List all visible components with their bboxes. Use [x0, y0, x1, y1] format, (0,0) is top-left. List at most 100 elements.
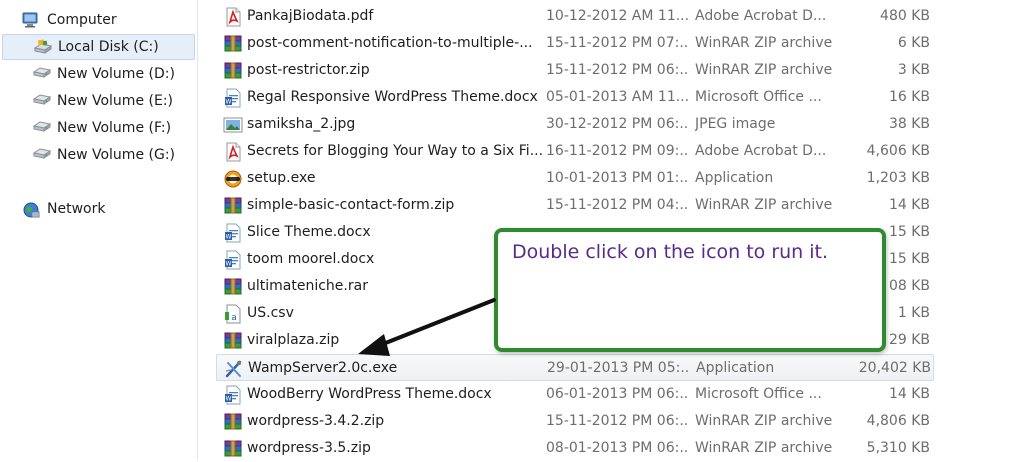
file-row[interactable]: setup.exe 10-01-2013 PM 01:... Application… — [216, 165, 934, 192]
file-row[interactable]: post-comment-notification-to-multiple-..… — [216, 30, 934, 57]
file-type: Microsoft Office ... — [695, 386, 822, 402]
winrar-icon[interactable] — [222, 327, 244, 354]
nav-item-new-volume-f[interactable]: New Volume (F:) — [32, 115, 192, 141]
file-name: post-restrictor.zip — [247, 62, 370, 78]
file-size: 3 KB — [897, 62, 930, 78]
jpg-icon[interactable] — [222, 111, 244, 138]
file-name: Regal Responsive WordPress Theme.docx — [247, 89, 538, 105]
winrar-icon[interactable] — [222, 192, 244, 219]
file-date-modified: 06-01-2013 PM 06:... — [546, 386, 688, 402]
docx-icon[interactable]: W — [222, 219, 244, 246]
file-row[interactable]: Secrets for Blogging Your Way to a Six F… — [216, 138, 934, 165]
drive-icon — [32, 93, 52, 109]
file-size: 480 KB — [880, 8, 930, 24]
file-row[interactable]: wordpress-3.4.2.zip 15-11-2012 PM 06:... W… — [216, 408, 934, 435]
svg-text:W: W — [226, 98, 232, 105]
file-size: 5,310 KB — [866, 440, 930, 456]
nav-item-label: New Volume (G:) — [57, 147, 175, 163]
file-name: post-comment-notification-to-multiple-..… — [247, 35, 533, 51]
drive-icon — [32, 120, 52, 136]
nav-item-label: New Volume (E:) — [57, 93, 173, 109]
nav-item-new-volume-d[interactable]: New Volume (D:) — [32, 61, 192, 87]
file-name: Secrets for Blogging Your Way to a Six F… — [247, 143, 543, 159]
file-type: WinRAR ZIP archive — [695, 413, 833, 429]
file-row[interactable]: post-restrictor.zip 15-11-2012 PM 06:... W… — [216, 57, 934, 84]
file-size: 20,402 KB — [858, 360, 931, 376]
file-date-modified: 15-11-2012 PM 06:... — [546, 413, 688, 429]
file-size: 6 KB — [897, 35, 930, 51]
pdf-icon[interactable] — [222, 3, 244, 30]
csv-icon[interactable]: a — [222, 300, 244, 327]
file-row-selected[interactable]: WampServer2.0c.exe 29-01-2013 PM 05:... Ap… — [216, 354, 934, 381]
nav-item-label: Network — [47, 201, 106, 217]
file-name: setup.exe — [247, 170, 316, 186]
docx-icon[interactable]: W — [222, 84, 244, 111]
nav-item-new-volume-e[interactable]: New Volume (E:) — [32, 88, 192, 114]
network-icon — [22, 201, 40, 218]
file-name: samiksha_2.jpg — [247, 116, 356, 132]
file-row[interactable]: PankajBiodata.pdf 10-12-2012 AM 11... Adob… — [216, 3, 934, 30]
pdf-icon[interactable] — [222, 138, 244, 165]
nav-item-label: Computer — [47, 12, 117, 28]
file-size: 38 KB — [888, 116, 930, 132]
local-disk-icon — [33, 39, 53, 55]
nav-item-new-volume-g[interactable]: New Volume (G:) — [32, 142, 192, 168]
file-size: 14 KB — [888, 386, 930, 402]
winrar-icon[interactable] — [222, 435, 244, 462]
winrar-icon[interactable] — [222, 273, 244, 300]
file-date-modified: 15-11-2012 PM 07:... — [546, 35, 688, 51]
svg-text:W: W — [226, 260, 232, 267]
setup-exe-icon[interactable] — [222, 165, 244, 192]
winrar-icon[interactable] — [222, 57, 244, 84]
file-name: WoodBerry WordPress Theme.docx — [247, 386, 492, 402]
file-type: WinRAR ZIP archive — [695, 35, 833, 51]
file-name: PankajBiodata.pdf — [247, 8, 374, 24]
file-size: 4,606 KB — [866, 143, 930, 159]
file-name: wordpress-3.4.2.zip — [247, 413, 385, 429]
file-size: 1,203 KB — [866, 170, 930, 186]
file-date-modified: 15-11-2012 PM 04:... — [546, 197, 688, 213]
file-row[interactable]: simple-basic-contact-form.zip 15-11-2012 … — [216, 192, 934, 219]
instruction-callout: Double click on the icon to run it. — [494, 228, 886, 352]
nav-item-local-disk-c[interactable]: Local Disk (C:) — [2, 34, 195, 60]
file-type: Application — [696, 360, 775, 376]
file-type: Application — [695, 170, 774, 186]
file-row[interactable]: W Regal Responsive WordPress Theme.docx 05… — [216, 84, 934, 111]
file-date-modified: 10-12-2012 AM 11... — [546, 8, 688, 24]
file-type: JPEG image — [695, 116, 776, 132]
nav-item-label: New Volume (D:) — [57, 66, 175, 82]
file-row[interactable]: wordpress-3.5.zip 08-01-2013 PM 06:... Win… — [216, 435, 934, 462]
nav-item-network[interactable]: Network — [22, 196, 192, 222]
file-name: simple-basic-contact-form.zip — [247, 197, 455, 213]
file-type: WinRAR ZIP archive — [695, 440, 833, 456]
nav-item-computer[interactable]: Computer — [22, 7, 192, 33]
file-date-modified: 05-01-2013 AM 11... — [546, 89, 688, 105]
svg-text:W: W — [226, 233, 232, 240]
computer-icon — [22, 12, 40, 28]
drive-icon — [32, 147, 52, 163]
drive-icon — [32, 66, 52, 82]
file-type: Adobe Acrobat D... — [695, 143, 827, 159]
svg-text:a: a — [231, 313, 237, 323]
winrar-icon[interactable] — [222, 408, 244, 435]
file-size: 14 KB — [888, 197, 930, 213]
docx-icon[interactable]: W — [222, 381, 244, 408]
file-size: 16 KB — [888, 89, 930, 105]
navigation-pane: Computer Local Disk (C:) New Volume (D:) Ne… — [0, 0, 198, 459]
file-type: Adobe Acrobat D... — [695, 8, 827, 24]
file-row[interactable]: samiksha_2.jpg 30-12-2012 PM 06:... JPEG i… — [216, 111, 934, 138]
docx-icon[interactable]: W — [222, 246, 244, 273]
file-row[interactable]: W WoodBerry WordPress Theme.docx 06-01-201… — [216, 381, 934, 408]
file-date-modified: 29-01-2013 PM 05:... — [547, 360, 689, 376]
file-size: 4,806 KB — [866, 413, 930, 429]
file-date-modified: 15-11-2012 PM 06:... — [546, 62, 688, 78]
file-date-modified: 30-12-2012 PM 06:... — [546, 116, 688, 132]
file-date-modified: 08-01-2013 PM 06:... — [546, 440, 688, 456]
winrar-icon[interactable] — [222, 30, 244, 57]
svg-text:W: W — [226, 395, 232, 402]
nav-item-label: New Volume (F:) — [57, 120, 172, 136]
file-name: WampServer2.0c.exe — [248, 360, 398, 376]
wampserver-icon[interactable] — [223, 355, 245, 382]
callout-text: Double click on the icon to run it. — [512, 241, 829, 263]
file-name: wordpress-3.5.zip — [247, 440, 371, 456]
